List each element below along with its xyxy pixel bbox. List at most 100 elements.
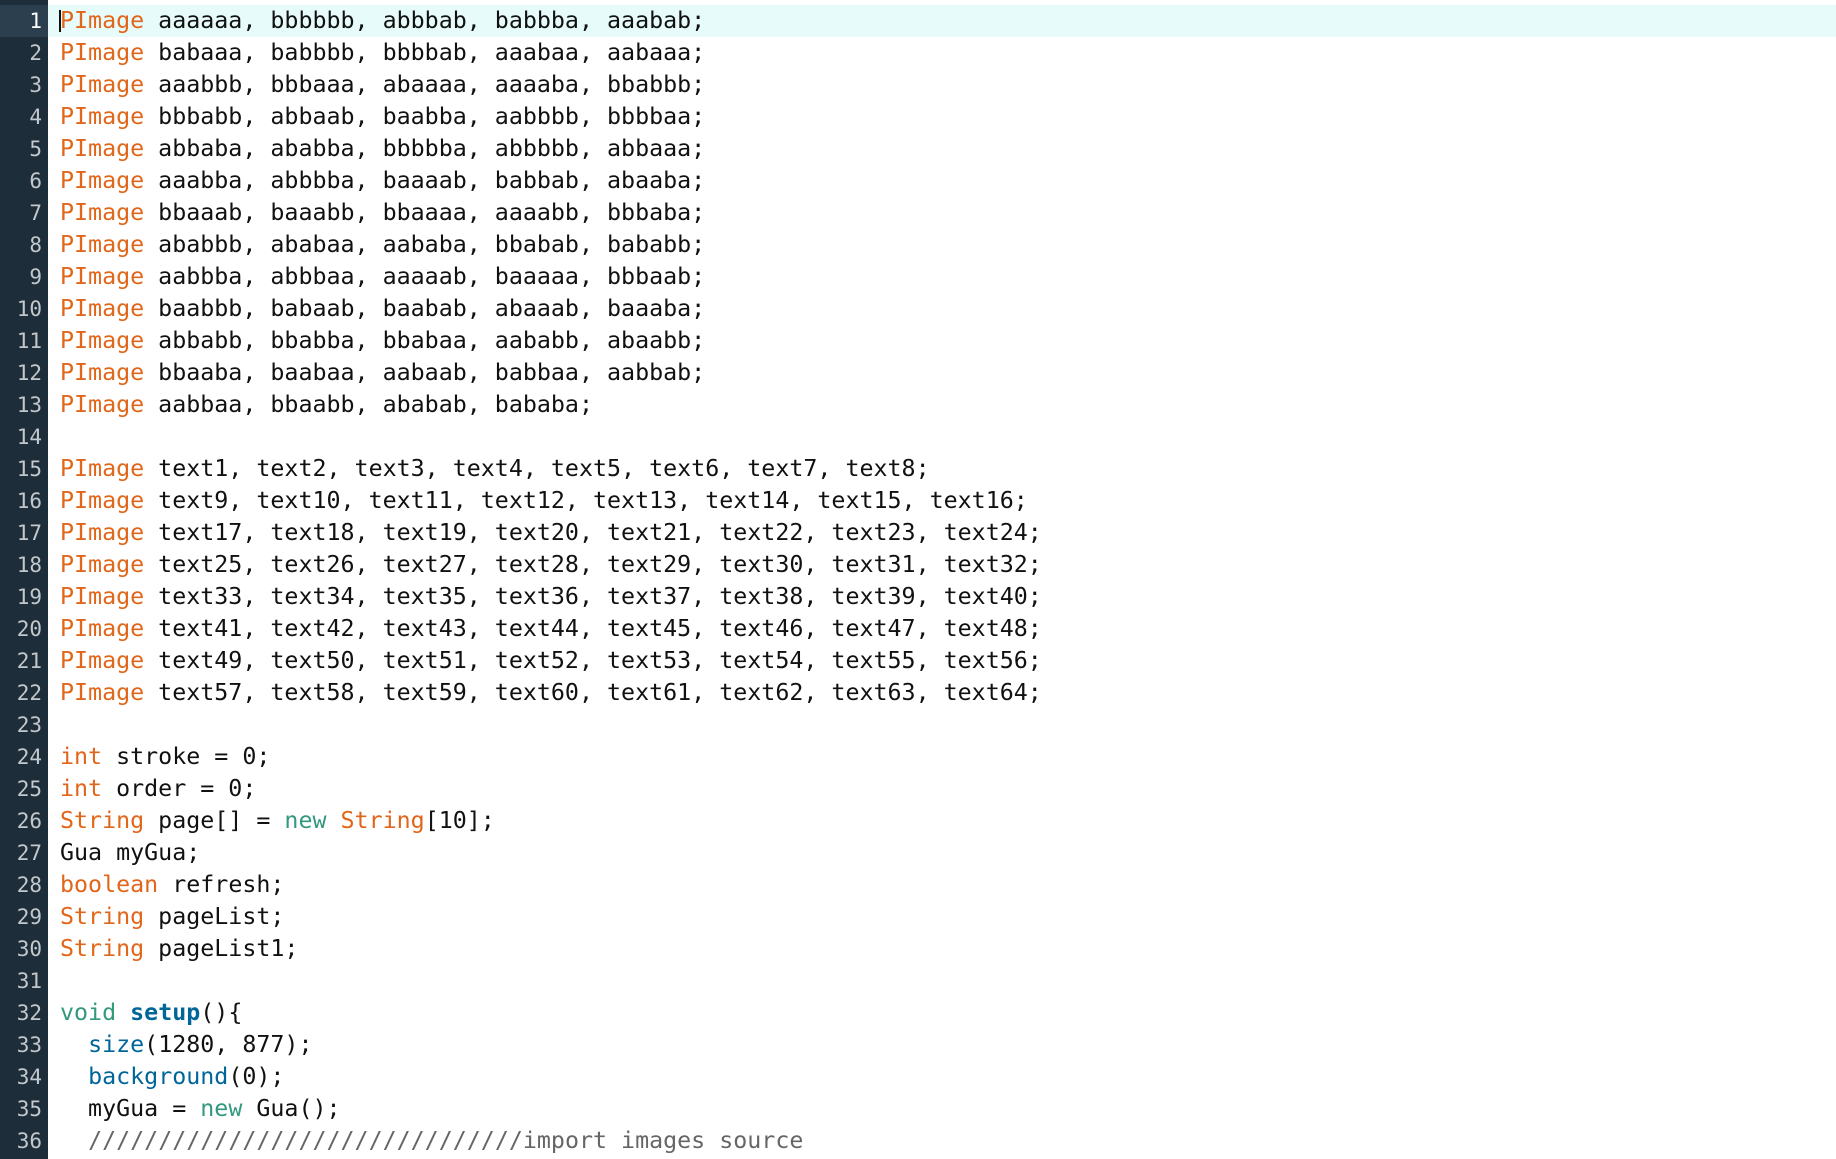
line-number: 32 <box>16 1001 42 1025</box>
line-number: 36 <box>16 1129 42 1153</box>
code-line[interactable]: 27 Gua myGua; <box>0 837 1836 869</box>
line-content[interactable]: PImage aaaaaa, bbbbbb, abbbab, babbba, a… <box>60 5 705 37</box>
code-line[interactable]: 36 ///////////////////////////////import… <box>0 1125 1836 1157</box>
line-content[interactable]: PImage text49, text50, text51, text52, t… <box>60 645 1042 677</box>
code-line[interactable]: 9 PImage aabbba, abbbaa, aaaaab, baaaaa, … <box>0 261 1836 293</box>
line-content[interactable]: myGua = new Gua(); <box>60 1093 341 1125</box>
type-token: String <box>60 935 145 962</box>
line-content[interactable]: PImage aaabbb, bbbaaa, abaaaa, aaaaba, b… <box>60 69 705 101</box>
type-token: PImage <box>60 455 145 482</box>
type-token: PImage <box>60 167 145 194</box>
line-content[interactable]: PImage bbbabb, abbaab, baabba, aabbbb, b… <box>60 101 705 133</box>
code-line[interactable]: 31 <box>0 965 1836 997</box>
code-line[interactable]: 14 <box>0 421 1836 453</box>
line-content[interactable]: PImage text25, text26, text27, text28, t… <box>60 549 1042 581</box>
type-token: PImage <box>60 679 145 706</box>
line-number: 26 <box>16 809 42 833</box>
line-content[interactable]: size(1280, 877); <box>60 1029 312 1061</box>
code-line[interactable]: 2 PImage babaaa, babbbb, bbbbab, aaabaa, … <box>0 37 1836 69</box>
code-token: page[] = <box>144 807 285 834</box>
line-content[interactable]: PImage text41, text42, text43, text44, t… <box>60 613 1042 645</box>
code-line[interactable]: 13 PImage aabbaa, bbaabb, ababab, bababa; <box>0 389 1836 421</box>
line-content[interactable]: PImage aabbaa, bbaabb, ababab, bababa; <box>60 389 593 421</box>
line-number: 2 <box>29 41 42 65</box>
line-content[interactable]: PImage text9, text10, text11, text12, te… <box>60 485 1028 517</box>
code-token: (0); <box>228 1063 285 1090</box>
type-token: PImage <box>60 103 145 130</box>
type-token: PImage <box>60 583 145 610</box>
line-content[interactable]: Gua myGua; <box>60 837 200 869</box>
code-token: (){ <box>200 999 243 1026</box>
code-token: Gua(); <box>242 1095 341 1122</box>
code-line[interactable]: 21 PImage text49, text50, text51, text52,… <box>0 645 1836 677</box>
type-token: boolean <box>60 871 159 898</box>
code-token: order = 0; <box>102 775 257 802</box>
line-content[interactable]: int stroke = 0; <box>60 741 270 773</box>
code-line[interactable]: 4 PImage bbbabb, abbaab, baabba, aabbbb, … <box>0 101 1836 133</box>
code-line[interactable]: 19 PImage text33, text34, text35, text36,… <box>0 581 1836 613</box>
code-line[interactable]: 30 String pageList1; <box>0 933 1836 965</box>
code-line[interactable]: 34 background(0); <box>0 1061 1836 1093</box>
line-content[interactable]: PImage text33, text34, text35, text36, t… <box>60 581 1042 613</box>
type-token: String <box>60 807 145 834</box>
code-line[interactable]: 6 PImage aaabba, abbbba, baaaab, babbab, … <box>0 165 1836 197</box>
line-content[interactable]: PImage aabbba, abbbaa, aaaaab, baaaaa, b… <box>60 261 705 293</box>
code-line[interactable]: 18 PImage text25, text26, text27, text28,… <box>0 549 1836 581</box>
line-content[interactable]: PImage bbaaab, baaabb, bbaaaa, aaaabb, b… <box>60 197 705 229</box>
code-line[interactable]: 25 int order = 0; <box>0 773 1836 805</box>
line-content[interactable]: PImage bbaaba, baabaa, aabaab, babbaa, a… <box>60 357 705 389</box>
code-line[interactable]: 5 PImage abbaba, ababba, bbbbba, abbbbb, … <box>0 133 1836 165</box>
line-content[interactable]: String pageList; <box>60 901 284 933</box>
line-number: 23 <box>16 713 42 737</box>
line-content[interactable]: PImage aaabba, abbbba, baaaab, babbab, a… <box>60 165 705 197</box>
code-line[interactable]: 17 PImage text17, text18, text19, text20,… <box>0 517 1836 549</box>
code-line[interactable]: 16 PImage text9, text10, text11, text12, … <box>0 485 1836 517</box>
code-editor[interactable]: 1 PImage aaaaaa, bbbbbb, abbbab, babbba, … <box>0 0 1836 1159</box>
code-line[interactable]: 33 size(1280, 877); <box>0 1029 1836 1061</box>
code-line[interactable]: 11 PImage abbabb, bbabba, bbabaa, aababb,… <box>0 325 1836 357</box>
code-line[interactable]: 29 String pageList; <box>0 901 1836 933</box>
line-content[interactable]: PImage text1, text2, text3, text4, text5… <box>60 453 930 485</box>
code-line[interactable]: 35 myGua = new Gua(); <box>0 1093 1836 1125</box>
code-line[interactable]: 8 PImage ababbb, ababaa, aababa, bbabab, … <box>0 229 1836 261</box>
line-number: 21 <box>16 649 42 673</box>
line-content[interactable]: String pageList1; <box>60 933 298 965</box>
line-content[interactable]: PImage abbabb, bbabba, bbabaa, aababb, a… <box>60 325 705 357</box>
line-content[interactable]: boolean refresh; <box>60 869 284 901</box>
code-line[interactable]: 20 PImage text41, text42, text43, text44,… <box>0 613 1836 645</box>
line-content[interactable]: PImage baabbb, babaab, baabab, abaaab, b… <box>60 293 705 325</box>
line-content[interactable]: void setup(){ <box>60 997 242 1029</box>
line-content[interactable]: ///////////////////////////////import im… <box>60 1125 803 1157</box>
code-line[interactable]: 23 <box>0 709 1836 741</box>
code-line[interactable]: 26 String page[] = new String[10]; <box>0 805 1836 837</box>
line-content[interactable]: String page[] = new String[10]; <box>60 805 495 837</box>
code-token: baabbb, babaab, baabab, abaaab, baaaba; <box>144 295 706 322</box>
code-line[interactable]: 15 PImage text1, text2, text3, text4, tex… <box>0 453 1836 485</box>
code-line[interactable]: 32 void setup(){ <box>0 997 1836 1029</box>
code-line[interactable]: 28 boolean refresh; <box>0 869 1836 901</box>
code-token: text9, text10, text11, text12, text13, t… <box>144 487 1028 514</box>
line-content[interactable]: background(0); <box>60 1061 284 1093</box>
code-area[interactable]: 1 PImage aaaaaa, bbbbbb, abbbab, babbba, … <box>0 5 1836 1157</box>
code-line[interactable]: 10 PImage baabbb, babaab, baabab, abaaab,… <box>0 293 1836 325</box>
code-token: aaabba, abbbba, baaaab, babbab, abaaba; <box>144 167 706 194</box>
line-content[interactable]: int order = 0; <box>60 773 256 805</box>
code-line-current[interactable]: 1 PImage aaaaaa, bbbbbb, abbbab, babbba, … <box>0 5 1836 37</box>
code-token: bbaaab, baaabb, bbaaaa, aaaabb, bbbaba; <box>144 199 706 226</box>
type-token: PImage <box>60 39 145 66</box>
code-line[interactable]: 7 PImage bbaaab, baaabb, bbaaaa, aaaabb, … <box>0 197 1836 229</box>
line-content[interactable]: PImage text17, text18, text19, text20, t… <box>60 517 1042 549</box>
line-content[interactable]: PImage ababbb, ababaa, aababa, bbabab, b… <box>60 229 705 261</box>
code-line[interactable]: 3 PImage aaabbb, bbbaaa, abaaaa, aaaaba, … <box>0 69 1836 101</box>
comment-token: ///////////////////////////////import im… <box>88 1127 804 1154</box>
line-content[interactable]: PImage text57, text58, text59, text60, t… <box>60 677 1042 709</box>
code-line[interactable]: 22 PImage text57, text58, text59, text60,… <box>0 677 1836 709</box>
code-line[interactable]: 24 int stroke = 0; <box>0 741 1836 773</box>
code-line[interactable]: 12 PImage bbaaba, baabaa, aabaab, babbaa,… <box>0 357 1836 389</box>
code-token: bbbabb, abbaab, baabba, aabbbb, bbbbaa; <box>144 103 706 130</box>
line-content[interactable]: PImage babaaa, babbbb, bbbbab, aaabaa, a… <box>60 37 705 69</box>
line-content[interactable]: PImage abbaba, ababba, bbbbba, abbbbb, a… <box>60 133 705 165</box>
line-number: 28 <box>16 873 42 897</box>
